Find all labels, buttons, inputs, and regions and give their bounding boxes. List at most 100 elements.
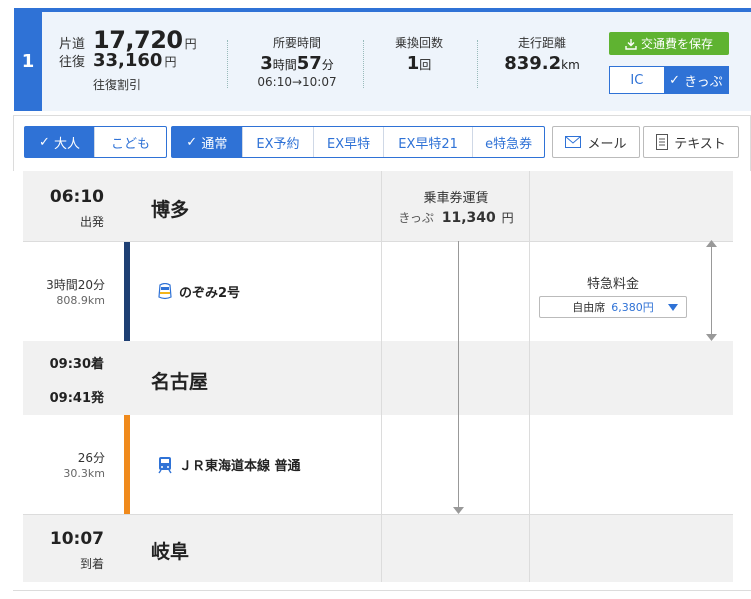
bottom-border: [13, 590, 751, 591]
ticket-type-toggle: ✓ 通常 EX予約 EX早特 EX早特21 e特急券: [171, 126, 545, 158]
transfers-label: 乗換回数: [394, 36, 443, 50]
row-divider: [23, 514, 733, 515]
station-hakata[interactable]: 博多: [151, 195, 189, 222]
options-bar: ✓ 大人 こども ✓ 通常 EX予約 EX早特 EX早特21 e特急券 メール …: [13, 115, 751, 171]
fare-roundtrip-value: 33,160: [93, 50, 163, 71]
option-ex-reserve[interactable]: EX予約: [241, 127, 314, 157]
save-fare-label: 交通費を保存: [640, 37, 713, 51]
duration-minutes-unit: 分: [321, 58, 334, 72]
arrow-down-icon: [453, 507, 464, 514]
distance-number: 839.2: [504, 53, 562, 74]
distance-stat: 走行距離 839.2km: [492, 34, 592, 74]
toggle-kippu-label: きっぷ: [684, 74, 723, 90]
save-fare-button[interactable]: 交通費を保存: [609, 32, 729, 55]
transfers-unit: 回: [419, 58, 432, 72]
duration-minutes: 57: [296, 53, 322, 74]
download-icon: [625, 38, 637, 50]
base-fare-line: きっぷ 11,340 円: [383, 209, 529, 226]
distance-value: 839.2km: [492, 53, 592, 74]
roundtrip-discount-note: 往復割引: [93, 78, 142, 92]
check-icon: ✓: [669, 72, 685, 88]
distance-label: 走行距離: [517, 36, 566, 50]
divider: [477, 40, 478, 88]
shinkansen-line-bar: [124, 242, 130, 341]
transfers-count: 1: [406, 53, 420, 74]
payment-toggle: IC ✓ きっぷ: [609, 66, 729, 94]
departure-time: 06:10: [49, 187, 104, 207]
base-fare-value: 11,340: [441, 210, 496, 226]
arrow-down-icon: [706, 334, 717, 341]
train-icon: [158, 456, 172, 473]
text-button[interactable]: テキスト: [643, 126, 739, 158]
toggle-kippu[interactable]: ✓ きっぷ: [663, 67, 728, 93]
arrival-time: 10:07: [49, 529, 104, 549]
departure-time: 09:41発: [49, 391, 104, 406]
time-range: 06:10→10:07: [257, 75, 337, 89]
transfer-row: 09:30着 09:41発 名古屋: [23, 341, 733, 415]
option-adult[interactable]: ✓ 大人: [25, 127, 95, 157]
route-number: 1: [14, 12, 42, 111]
segment-duration: 26分: [77, 451, 105, 465]
seat-type-label: 自由席: [572, 301, 606, 314]
duration-label: 所要時間: [272, 36, 321, 50]
arrival-label: 到着: [79, 557, 104, 571]
fare-roundtrip-label: 往復: [59, 55, 86, 70]
toggle-ic[interactable]: IC: [610, 67, 664, 93]
route-summary: 1 片道 17,720 円 往復 33,160 円 往復割引 所要時間 3時間5…: [14, 8, 751, 111]
duration-stat: 所要時間 3時間57分 06:10→10:07: [242, 34, 352, 89]
base-fare-kind: きっぷ: [398, 211, 434, 225]
segment-row: 26分 30.3km ＪＲ東海道本線 普通: [23, 415, 733, 515]
express-price: 6,380円: [611, 301, 654, 314]
transfers-value: 1回: [379, 53, 459, 74]
dropdown-triangle-icon: [668, 304, 678, 311]
segment-distance: 30.3km: [63, 467, 105, 480]
column-divider: [381, 171, 382, 415]
station-nagoya[interactable]: 名古屋: [151, 367, 208, 394]
express-span-line: [711, 243, 712, 339]
transfers-stat: 乗換回数 1回: [379, 34, 459, 74]
distance-unit: km: [561, 58, 580, 72]
base-fare-cell: 乗車券運賃 きっぷ 11,340 円: [383, 187, 529, 226]
express-fare-cell: 特急料金 自由席 6,380円: [539, 277, 687, 318]
route-timeline: 06:10 出発 博多 3時間20分 808.9km のぞみ2号 09:30着 …: [23, 171, 733, 582]
check-icon: ✓: [38, 134, 55, 150]
option-normal[interactable]: ✓ 通常: [172, 127, 242, 157]
segment-duration: 3時間20分: [46, 278, 105, 292]
document-icon: [656, 134, 669, 150]
passenger-toggle: ✓ 大人 こども: [24, 126, 167, 158]
duration-hours-unit: 時間: [272, 58, 297, 72]
text-label: テキスト: [674, 136, 726, 152]
option-adult-label: 大人: [54, 136, 81, 152]
column-divider: [381, 415, 382, 582]
express-fare-title: 特急料金: [586, 277, 639, 292]
arrival-row: 10:07 到着 岐阜: [23, 515, 733, 582]
divider: [227, 40, 228, 88]
check-icon: ✓: [186, 134, 202, 150]
fare-oneway-label: 片道: [59, 37, 86, 52]
mail-button[interactable]: メール: [552, 126, 640, 158]
option-child[interactable]: こども: [94, 127, 166, 157]
fare-span-line: [458, 241, 459, 511]
row-divider: [23, 241, 733, 242]
arrow-up-icon: [706, 240, 717, 247]
yen-unit: 円: [184, 37, 197, 51]
departure-label: 出発: [79, 215, 104, 229]
station-gifu[interactable]: 岐阜: [151, 537, 189, 564]
option-ex-hayatoku[interactable]: EX早特: [313, 127, 383, 157]
train-tokaido[interactable]: ＪＲ東海道本線 普通: [157, 455, 301, 474]
duration-hours: 3: [260, 53, 273, 74]
base-fare-unit: 円: [501, 211, 514, 225]
option-e-tokkyu[interactable]: e特急券: [472, 127, 544, 157]
option-normal-label: 通常: [201, 136, 228, 152]
option-ex-hayatoku21[interactable]: EX早特21: [382, 127, 473, 157]
segment-distance: 808.9km: [56, 294, 105, 307]
train-nozomi[interactable]: のぞみ2号: [157, 282, 240, 301]
tokaido-line-bar: [124, 415, 130, 515]
mail-icon: [565, 136, 582, 148]
mail-label: メール: [587, 136, 627, 152]
base-fare-title: 乗車券運賃: [423, 191, 489, 206]
departure-row: 06:10 出発 博多: [23, 171, 733, 242]
shinkansen-icon: [158, 282, 172, 299]
seat-type-select[interactable]: 自由席 6,380円: [539, 296, 687, 318]
divider: [363, 40, 364, 88]
